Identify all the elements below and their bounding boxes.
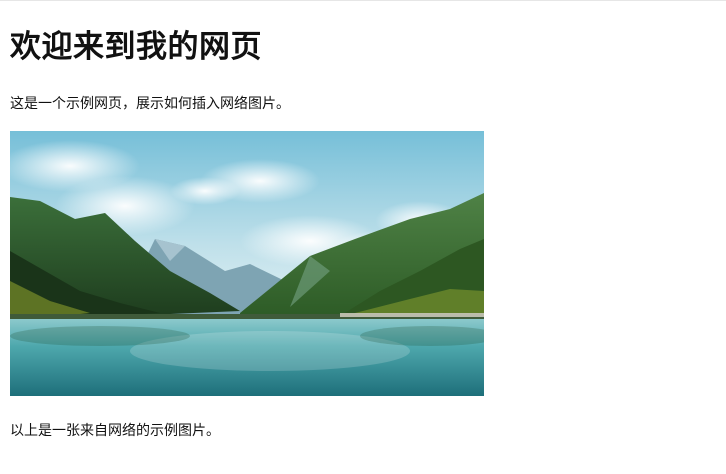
caption-paragraph: 以上是一张来自网络的示例图片。 xyxy=(10,423,220,439)
intro-paragraph: 这是一个示例网页，展示如何插入网络图片。 xyxy=(10,96,290,112)
web-page: 欢迎来到我的网页 这是一个示例网页，展示如何插入网络图片。 以上是一张来自网络的… xyxy=(0,0,726,474)
landscape-image xyxy=(10,131,484,396)
page-heading: 欢迎来到我的网页 xyxy=(10,29,262,65)
